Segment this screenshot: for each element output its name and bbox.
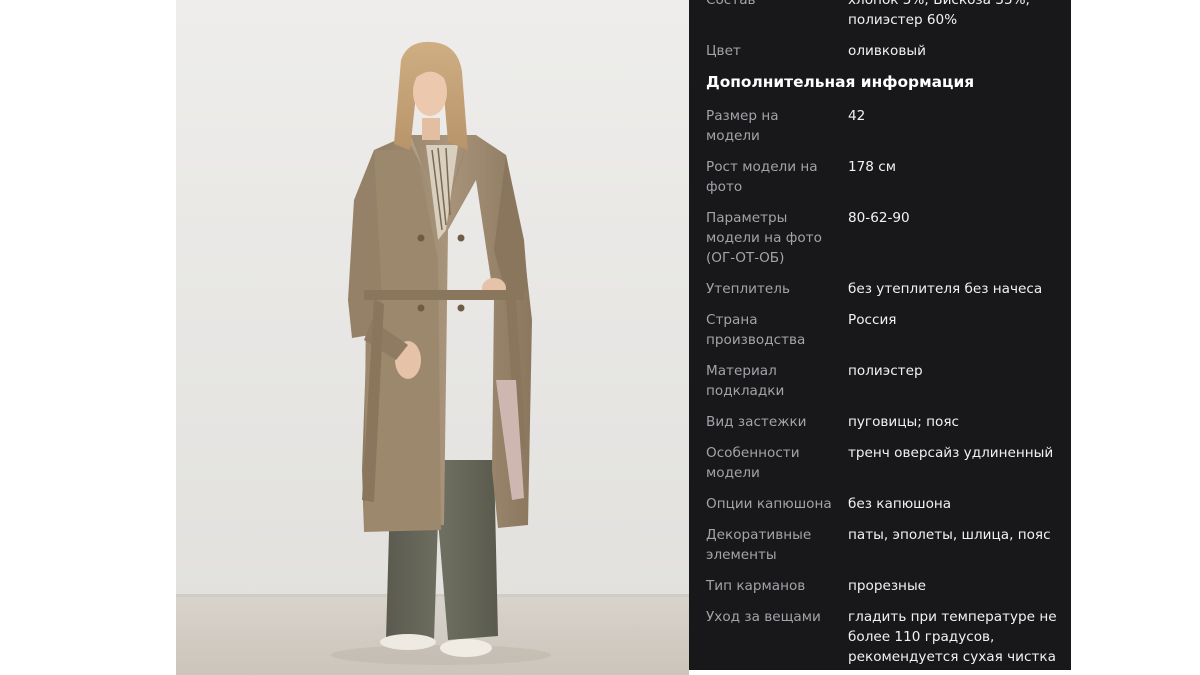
spec-label: Опции капюшона <box>706 496 832 512</box>
spec-value: гладить при температуре не более 110 гра… <box>848 609 1057 670</box>
spec-row-pockets: Тип карманов прорезные <box>689 576 1071 596</box>
spec-row-color: Цвет оливковый <box>689 41 1071 61</box>
spec-value: 42 <box>848 108 866 124</box>
spec-row-model-size: Размер на модели 42 <box>689 106 1071 146</box>
spec-label: Особенности модели <box>706 445 800 481</box>
spec-row-lining: Материал подкладки полиэстер <box>689 361 1071 401</box>
spec-value: Россия <box>848 312 897 328</box>
spec-value: оливковый <box>848 43 926 59</box>
spec-label: Цвет <box>706 43 741 59</box>
spec-label: Тип карманов <box>706 578 806 594</box>
spec-row-composition: Состав хлопок 5%; Вискоза 35%; полиэстер… <box>689 0 1071 30</box>
right-whitespace <box>1071 0 1200 675</box>
product-specs-panel: Состав хлопок 5%; Вискоза 35%; полиэстер… <box>689 0 1071 670</box>
product-photo[interactable] <box>176 0 689 675</box>
spec-value: паты, эполеты, шлица, пояс <box>848 527 1051 543</box>
spec-label: Рост модели на фото <box>706 159 818 195</box>
spec-row-features: Особенности модели тренч оверсайз удлине… <box>689 443 1071 483</box>
spec-value: тренч оверсайз удлиненный <box>848 445 1054 461</box>
product-card: Состав хлопок 5%; Вискоза 35%; полиэстер… <box>0 0 1200 675</box>
spec-label: Состав <box>706 0 756 8</box>
spec-row-care: Уход за вещами гладить при температуре н… <box>689 607 1071 670</box>
spec-value: пуговицы; пояс <box>848 414 959 430</box>
spec-row-hood: Опции капюшона без капюшона <box>689 494 1071 514</box>
section-title: Дополнительная информация <box>706 73 975 91</box>
spec-row-model-params: Параметры модели на фото (ОГ-ОТ-ОБ) 80-6… <box>689 208 1071 268</box>
spec-label: Страна производства <box>706 312 806 348</box>
spec-value: без капюшона <box>848 496 952 512</box>
spec-value: 178 см <box>848 159 896 175</box>
spec-label: Уход за вещами <box>706 609 821 625</box>
spec-row-fastener: Вид застежки пуговицы; пояс <box>689 412 1071 432</box>
spec-label: Декоративные элементы <box>706 527 812 563</box>
spec-label: Вид застежки <box>706 414 807 430</box>
model-wearing-trench-coat-image <box>176 0 689 675</box>
spec-label: Параметры модели на фото (ОГ-ОТ-ОБ) <box>706 210 822 266</box>
spec-value: прорезные <box>848 578 927 594</box>
spec-value: полиэстер <box>848 363 923 379</box>
spec-row-country: Страна производства Россия <box>689 310 1071 350</box>
spec-label: Утеплитель <box>706 281 790 297</box>
spec-list: Состав хлопок 5%; Вискоза 35%; полиэстер… <box>689 0 1071 670</box>
spec-row-model-height: Рост модели на фото 178 см <box>689 157 1071 197</box>
spec-value: хлопок 5%; Вискоза 35%; полиэстер 60% <box>848 0 1031 28</box>
spec-value: 80-62-90 <box>848 210 910 226</box>
spec-row-decor: Декоративные элементы паты, эполеты, шли… <box>689 525 1071 565</box>
spec-value: без утеплителя без начеса <box>848 281 1043 297</box>
spec-row-insulation: Утеплитель без утеплителя без начеса <box>689 279 1071 299</box>
spec-label: Материал подкладки <box>706 363 785 399</box>
spec-label: Размер на модели <box>706 108 779 144</box>
